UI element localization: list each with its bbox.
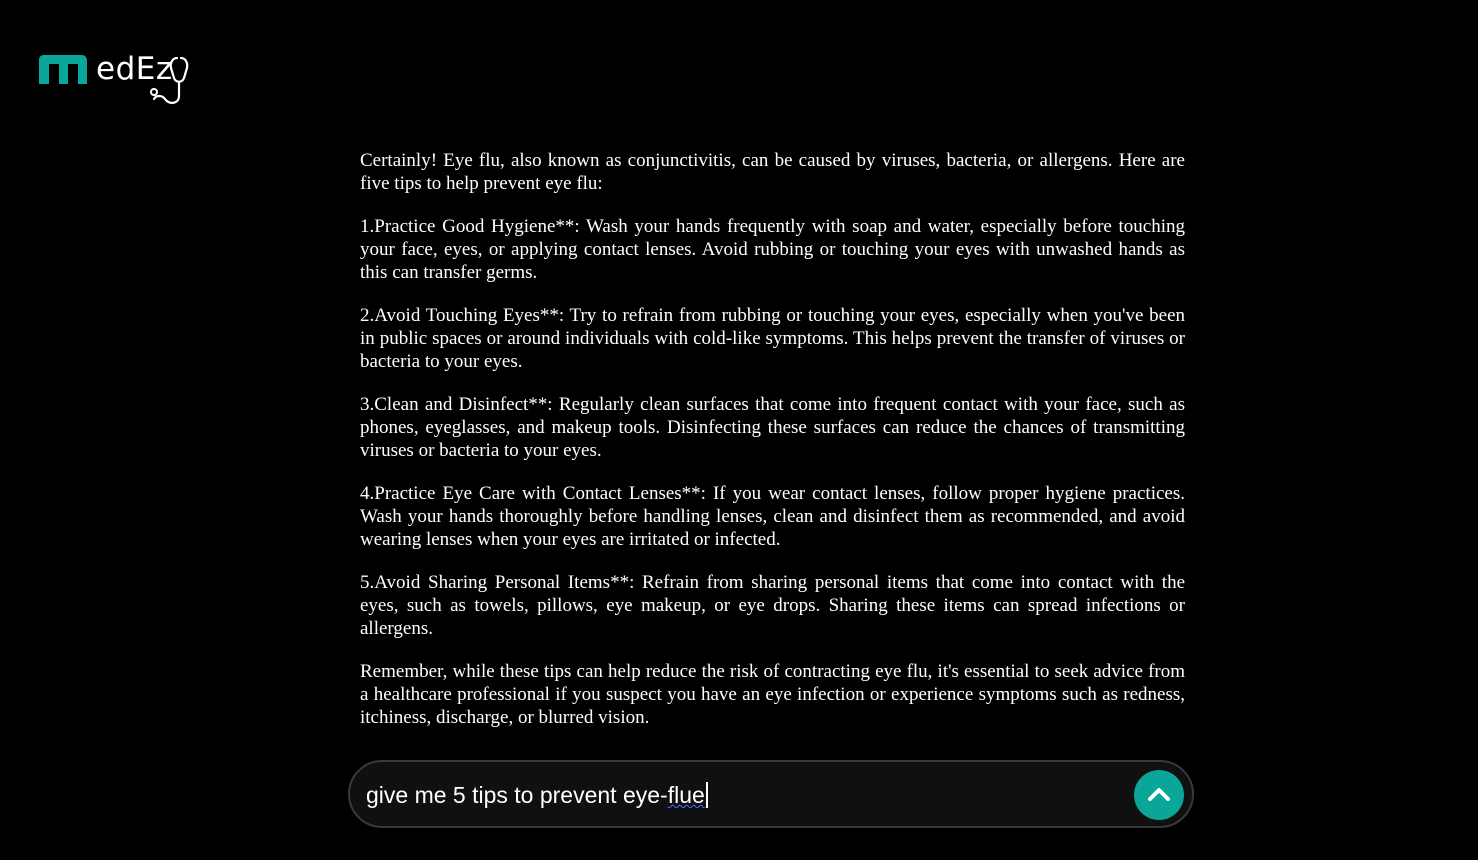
prompt-bar: give me 5 tips to prevent eye-flue bbox=[348, 760, 1194, 828]
chevron-up-icon bbox=[1148, 788, 1170, 801]
response-tip-3: 3.Clean and Disinfect**: Regularly clean… bbox=[360, 394, 1185, 461]
response-tip-2: 2.Avoid Touching Eyes**: Try to refrain … bbox=[360, 305, 1185, 372]
misspelled-word: flue bbox=[667, 782, 705, 808]
response-tip-1: 1.Practice Good Hygiene**: Wash your han… bbox=[360, 216, 1185, 283]
response-conclusion: Remember, while these tips can help redu… bbox=[360, 661, 1185, 728]
prompt-input-text: give me 5 tips to prevent eye- bbox=[366, 782, 668, 808]
prompt-input[interactable]: give me 5 tips to prevent eye-flue bbox=[366, 782, 708, 809]
response-intro: Certainly! Eye flu, also known as conjun… bbox=[360, 150, 1185, 194]
text-caret bbox=[705, 782, 708, 808]
send-button[interactable] bbox=[1134, 770, 1184, 820]
assistant-response: Certainly! Eye flu, also known as conjun… bbox=[360, 149, 1185, 749]
response-tip-4: 4.Practice Eye Care with Contact Lenses*… bbox=[360, 483, 1185, 550]
logo-wordmark: edEz bbox=[96, 51, 173, 87]
medezy-logo: edEz bbox=[37, 48, 197, 108]
response-tip-5: 5.Avoid Sharing Personal Items**: Refrai… bbox=[360, 572, 1185, 639]
